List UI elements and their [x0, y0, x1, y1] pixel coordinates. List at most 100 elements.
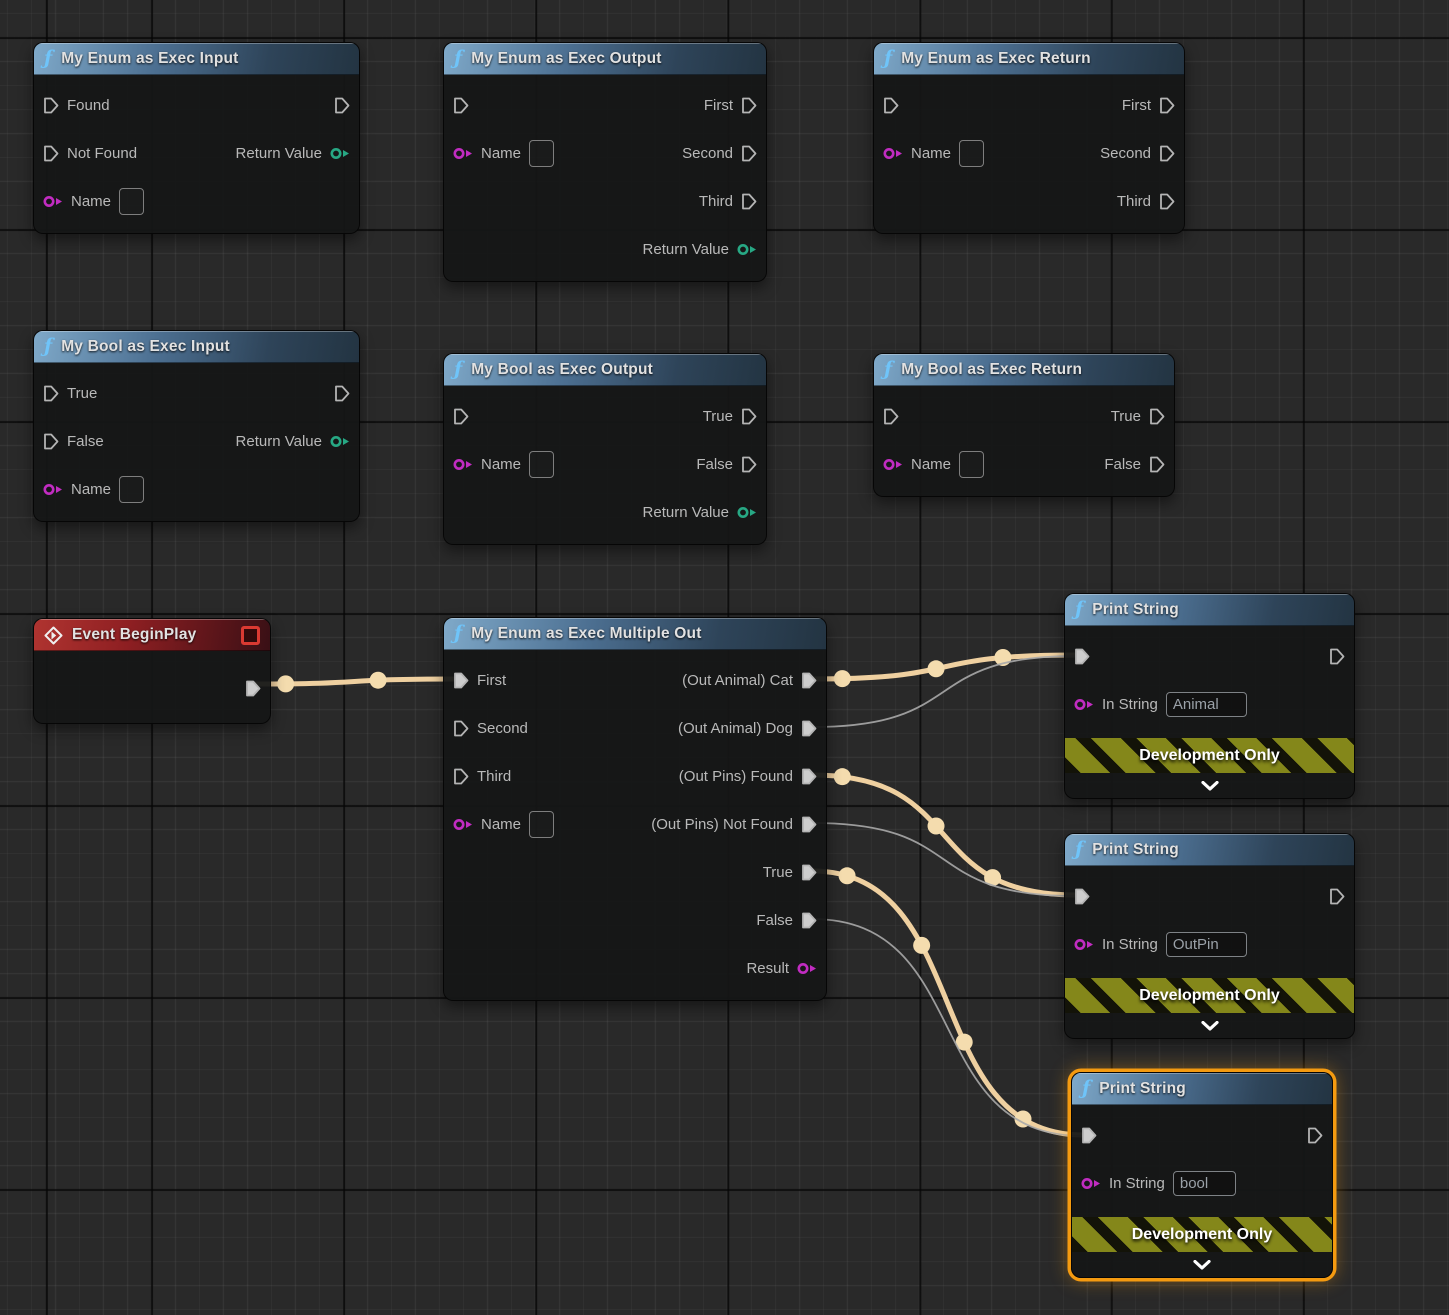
out-animal-cat-pin[interactable] [801, 672, 817, 689]
result-pin[interactable] [797, 962, 817, 975]
exec-pin[interactable] [1307, 1127, 1323, 1144]
in-string-input[interactable] [1166, 692, 1247, 717]
name-pin[interactable] [453, 147, 473, 160]
first-pin[interactable] [1159, 97, 1175, 114]
node-my-bool-as-exec-return[interactable]: ƒMy Bool as Exec ReturnTrueNameFalse [873, 353, 1175, 497]
node-print-string-3[interactable]: ƒPrint StringIn StringDevelopment Only [1071, 1072, 1333, 1278]
exec-pin[interactable] [883, 408, 899, 425]
exec-pin[interactable] [1074, 888, 1090, 905]
node-header[interactable]: ƒMy Bool as Exec Input [34, 331, 359, 363]
name-input[interactable] [959, 140, 984, 167]
node-my-bool-as-exec-output[interactable]: ƒMy Bool as Exec OutputTrueNameFalseRetu… [443, 353, 767, 545]
in-string-pin[interactable] [1081, 1177, 1101, 1190]
name-input[interactable] [529, 140, 554, 167]
wire-bubble [277, 675, 294, 692]
node-print-string-1[interactable]: ƒPrint StringIn StringDevelopment Only [1064, 593, 1355, 799]
out-pins-not-found-pin[interactable] [801, 816, 817, 833]
node-header[interactable]: ƒPrint String [1072, 1073, 1332, 1105]
return-value-pin[interactable] [330, 147, 350, 160]
node-header[interactable]: ƒPrint String [1065, 594, 1354, 626]
pin-row: Found [34, 81, 359, 129]
chevron-down-icon[interactable] [1072, 1252, 1332, 1277]
wire-bubble [839, 867, 856, 884]
exec-pin[interactable] [1081, 1127, 1097, 1144]
name-pin-label: Name [481, 145, 521, 162]
first-pin[interactable] [741, 97, 757, 114]
in-string-pin[interactable] [1074, 698, 1094, 711]
graph-canvas[interactable]: ƒMy Enum as Exec InputFoundNot FoundRetu… [0, 0, 1449, 1315]
exec-pin[interactable] [453, 97, 469, 114]
chevron-down-icon[interactable] [1065, 1013, 1354, 1038]
node-header[interactable]: ƒMy Enum as Exec Input [34, 43, 359, 75]
exec-pin[interactable] [245, 680, 261, 697]
node-my-enum-as-exec-input[interactable]: ƒMy Enum as Exec InputFoundNot FoundRetu… [33, 42, 360, 234]
name-pin[interactable] [43, 483, 63, 496]
return-value-pin[interactable] [737, 506, 757, 519]
third-pin[interactable] [453, 768, 469, 785]
exec-pin[interactable] [883, 97, 899, 114]
name-pin[interactable] [453, 818, 473, 831]
false-pin[interactable] [1149, 456, 1165, 473]
true-pin[interactable] [741, 408, 757, 425]
name-pin[interactable] [883, 458, 903, 471]
exec-pin[interactable] [334, 97, 350, 114]
exec-pin[interactable] [1074, 648, 1090, 665]
exec-wire [812, 871, 1083, 1135]
node-my-bool-as-exec-input[interactable]: ƒMy Bool as Exec InputTrueFalseReturn Va… [33, 330, 360, 522]
third-pin[interactable] [1159, 193, 1175, 210]
false-pin[interactable] [43, 433, 59, 450]
name-input[interactable] [529, 811, 554, 838]
node-header[interactable]: ƒMy Enum as Exec Output [444, 43, 766, 75]
node-my-enum-as-exec-output[interactable]: ƒMy Enum as Exec OutputFirstNameSecondTh… [443, 42, 767, 282]
false-pin[interactable] [741, 456, 757, 473]
true-pin[interactable] [801, 864, 817, 881]
node-print-string-2[interactable]: ƒPrint StringIn StringDevelopment Only [1064, 833, 1355, 1039]
false-pin[interactable] [801, 912, 817, 929]
in-string-input[interactable] [1166, 932, 1247, 957]
node-header[interactable]: ƒMy Bool as Exec Output [444, 354, 766, 386]
exec-pin[interactable] [1329, 888, 1345, 905]
name-input[interactable] [119, 476, 144, 503]
name-input[interactable] [529, 451, 554, 478]
node-my-enum-as-exec-return[interactable]: ƒMy Enum as Exec ReturnFirstNameSecondTh… [873, 42, 1185, 234]
name-input[interactable] [959, 451, 984, 478]
exec-pin[interactable] [334, 385, 350, 402]
name-pin[interactable] [453, 458, 473, 471]
second-pin[interactable] [1159, 145, 1175, 162]
name-pin[interactable] [883, 147, 903, 160]
return-value-pin[interactable] [737, 243, 757, 256]
node-title: Print String [1092, 601, 1179, 619]
second-pin[interactable] [453, 720, 469, 737]
pin-row: Third [874, 177, 1184, 225]
node-header[interactable]: ƒMy Bool as Exec Return [874, 354, 1174, 386]
node-header[interactable]: Event BeginPlay [34, 619, 270, 651]
node-title: My Enum as Exec Input [61, 50, 238, 68]
first-pin[interactable] [453, 672, 469, 689]
chevron-down-icon[interactable] [1065, 773, 1354, 798]
pin-row: NameFalse [874, 440, 1174, 488]
name-input[interactable] [119, 188, 144, 215]
exec-pin[interactable] [453, 408, 469, 425]
node-title: Print String [1099, 1080, 1186, 1098]
node-event-beginplay[interactable]: Event BeginPlay [33, 618, 271, 724]
exec-pin[interactable] [1329, 648, 1345, 665]
wire-bubble [913, 937, 930, 954]
pin-row: Third [444, 177, 766, 225]
node-header[interactable]: ƒMy Enum as Exec Return [874, 43, 1184, 75]
found-pin[interactable] [43, 97, 59, 114]
not-found-pin[interactable] [43, 145, 59, 162]
name-pin[interactable] [43, 195, 63, 208]
in-string-input[interactable] [1173, 1171, 1236, 1196]
node-my-enum-as-exec-multiple-out[interactable]: ƒMy Enum as Exec Multiple OutFirst(Out A… [443, 617, 827, 1001]
node-header[interactable]: ƒPrint String [1065, 834, 1354, 866]
pin-row: Return Value [444, 225, 766, 273]
return-value-pin[interactable] [330, 435, 350, 448]
node-header[interactable]: ƒMy Enum as Exec Multiple Out [444, 618, 826, 650]
true-pin[interactable] [1149, 408, 1165, 425]
out-animal-dog-pin[interactable] [801, 720, 817, 737]
out-pins-found-pin[interactable] [801, 768, 817, 785]
in-string-pin[interactable] [1074, 938, 1094, 951]
second-pin[interactable] [741, 145, 757, 162]
true-pin[interactable] [43, 385, 59, 402]
third-pin[interactable] [741, 193, 757, 210]
